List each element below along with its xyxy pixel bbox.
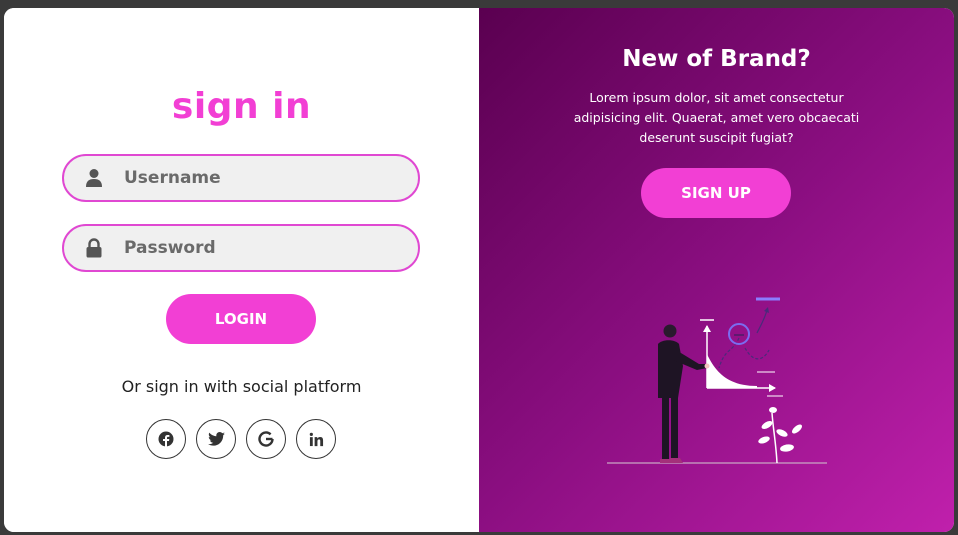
username-field[interactable] [62, 154, 420, 202]
login-button[interactable]: LOGIN [166, 294, 316, 344]
password-field[interactable] [62, 224, 420, 272]
signup-panel: New of Brand? Lorem ipsum dolor, sit ame… [479, 8, 954, 532]
twitter-icon [207, 432, 225, 446]
signup-button[interactable]: SIGN UP [641, 168, 791, 218]
linkedin-button[interactable] [296, 419, 336, 459]
lock-icon [64, 238, 124, 258]
google-button[interactable] [246, 419, 286, 459]
social-buttons [146, 419, 336, 459]
presentation-illustration [607, 297, 827, 464]
password-input[interactable] [124, 238, 394, 258]
signin-panel: sign in LOGIN Or sign in with social pla… [4, 8, 479, 532]
panel-description: Lorem ipsum dolor, sit amet consectetur … [573, 90, 860, 145]
google-icon [258, 431, 274, 447]
user-icon [64, 168, 124, 188]
panel-title: New of Brand? [622, 46, 811, 72]
social-signin-text: Or sign in with social platform [121, 377, 362, 396]
username-input[interactable] [124, 168, 394, 188]
twitter-button[interactable] [196, 419, 236, 459]
signin-title: sign in [171, 86, 312, 127]
facebook-icon [158, 431, 174, 447]
auth-card: sign in LOGIN Or sign in with social pla… [4, 8, 954, 532]
facebook-button[interactable] [146, 419, 186, 459]
linkedin-icon [309, 432, 323, 446]
